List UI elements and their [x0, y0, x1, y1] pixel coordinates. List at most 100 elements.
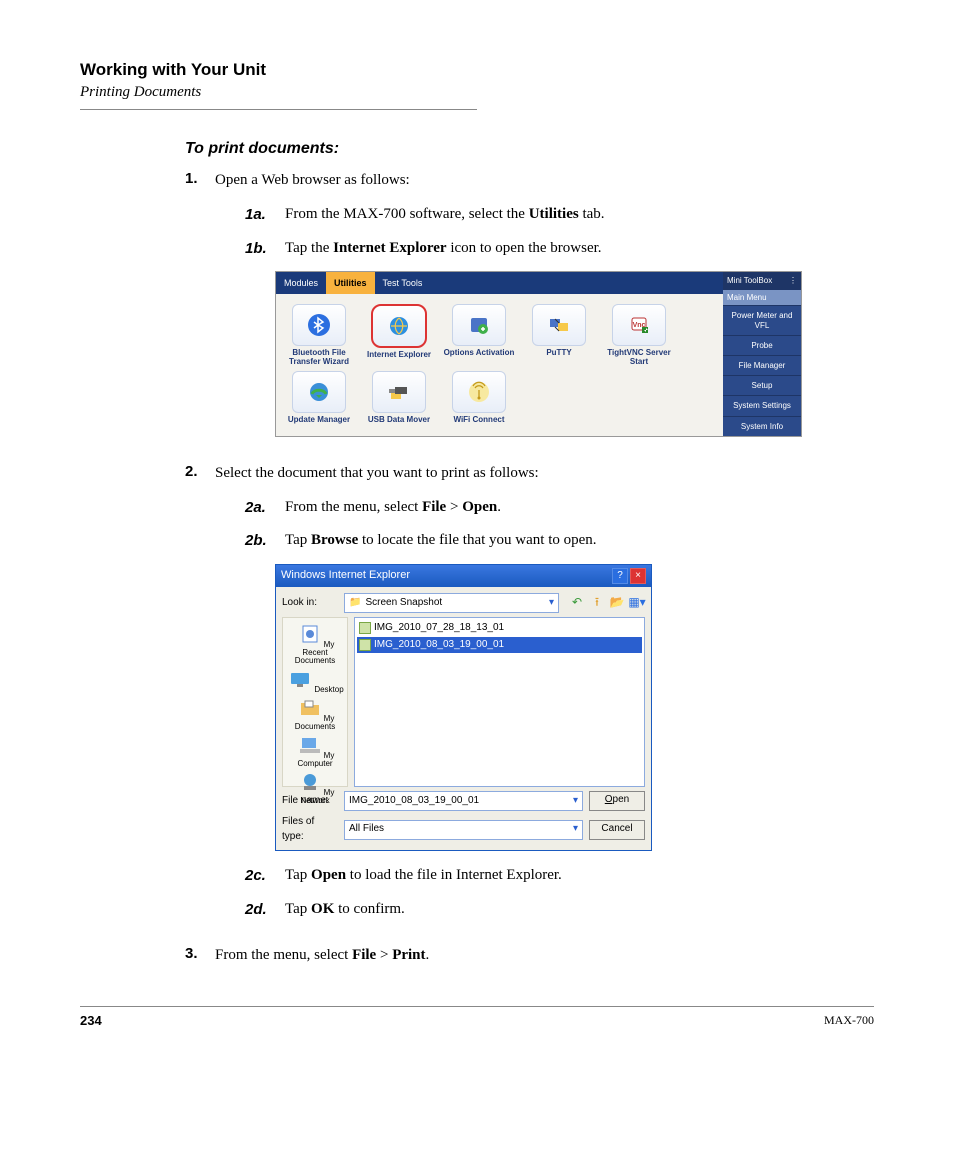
step-number: 1. [185, 170, 215, 451]
app-label: WiFi Connect [442, 416, 516, 425]
bluetooth-icon [292, 304, 346, 346]
app-internet-explorer[interactable]: Internet Explorer [362, 304, 436, 367]
side-mainmenu: Main Menu [723, 290, 801, 306]
text: Tap [285, 901, 311, 917]
file-name: IMG_2010_07_28_18_13_01 [374, 621, 504, 636]
text: to locate the file that you want to open… [358, 532, 596, 548]
place-label: Desktop [314, 685, 343, 694]
place-mydocs[interactable]: My Documents [283, 696, 347, 731]
step-text: Select the document that you want to pri… [215, 465, 539, 481]
step-2: 2. Select the document that you want to … [185, 463, 874, 933]
step-1b: 1b. Tap the Internet Explorer icon to op… [245, 238, 874, 260]
bold-text: Print [392, 947, 425, 963]
text: > [446, 499, 462, 515]
substep-number: 2d. [245, 899, 285, 921]
bold-text: Utilities [529, 206, 579, 222]
step-2a: 2a. From the menu, select File > Open. [245, 497, 874, 519]
bold-text: Browse [311, 532, 358, 548]
text: Tap [285, 532, 311, 548]
model-label: MAX-700 [824, 1013, 874, 1028]
filename-label: File name: [282, 794, 338, 809]
chevron-down-icon: ▾ [573, 822, 578, 837]
newfolder-icon[interactable]: 📂 [609, 595, 625, 611]
app-wifi-connect[interactable]: WiFi Connect [442, 371, 516, 425]
folder-icon: 📁 [349, 596, 361, 611]
tab-bar: Modules Utilities Test Tools [276, 272, 723, 294]
header-rule [80, 109, 477, 110]
text: tab. [579, 206, 605, 222]
step-number: 3. [185, 945, 215, 967]
chapter-title: Working with Your Unit [80, 60, 874, 80]
side-btn-file-manager[interactable]: File Manager [723, 355, 801, 375]
place-desktop[interactable]: Desktop [286, 667, 343, 694]
side-btn-setup[interactable]: Setup [723, 375, 801, 395]
tab-utilities[interactable]: Utilities [326, 272, 375, 294]
bold-text: File [352, 947, 376, 963]
text: Tap [285, 867, 311, 883]
usb-icon [372, 371, 426, 413]
vnc-icon: Vnc [612, 304, 666, 346]
dialog-title: Windows Internet Explorer [281, 568, 410, 584]
open-button[interactable]: Open [589, 791, 645, 811]
side-btn-system-settings[interactable]: System Settings [723, 395, 801, 415]
bold-text: Open [462, 499, 497, 515]
places-bar: My Recent Documents Desktop My Documents… [282, 617, 348, 787]
close-icon[interactable]: × [630, 568, 646, 584]
app-usb-data-mover[interactable]: USB Data Mover [362, 371, 436, 425]
back-icon[interactable]: ↶ [569, 595, 585, 611]
app-bluetooth[interactable]: Bluetooth File Transfer Wizard [282, 304, 356, 367]
side-title: Mini ToolBox [727, 275, 772, 287]
substep-number: 2c. [245, 865, 285, 887]
text: to load the file in Internet Explorer. [346, 867, 562, 883]
lookin-label: Look in: [282, 596, 338, 611]
file-item-selected[interactable]: IMG_2010_08_03_19_00_01 [357, 637, 642, 654]
lookin-value: Screen Snapshot [365, 596, 442, 611]
filetype-dropdown[interactable]: All Files ▾ [344, 820, 583, 840]
app-tightvnc[interactable]: Vnc TightVNC Server Start [602, 304, 676, 367]
lookin-dropdown[interactable]: 📁 Screen Snapshot ▾ [344, 593, 559, 613]
text: . [497, 499, 501, 515]
step-number: 2. [185, 463, 215, 933]
bold-text: File [422, 499, 446, 515]
options-icon [452, 304, 506, 346]
page-number: 234 [80, 1013, 102, 1028]
tab-test-tools[interactable]: Test Tools [375, 272, 431, 294]
step-2c: 2c. Tap Open to load the file in Interne… [245, 865, 874, 887]
app-update-manager[interactable]: Update Manager [282, 371, 356, 425]
file-item[interactable]: IMG_2010_07_28_18_13_01 [357, 620, 642, 637]
place-recent[interactable]: My Recent Documents [283, 622, 347, 665]
side-btn-power-meter[interactable]: Power Meter and VFL [723, 305, 801, 334]
filename-value: IMG_2010_08_03_19_00_01 [349, 794, 479, 809]
app-options-activation[interactable]: Options Activation [442, 304, 516, 367]
file-list[interactable]: IMG_2010_07_28_18_13_01 IMG_2010_08_03_1… [354, 617, 645, 787]
bold-text: Internet Explorer [333, 240, 446, 256]
filetype-label: Files of type: [282, 815, 338, 844]
filename-field[interactable]: IMG_2010_08_03_19_00_01 ▾ [344, 791, 583, 811]
page-footer: 234 MAX-700 [80, 1006, 874, 1028]
side-btn-system-info[interactable]: System Info [723, 416, 801, 436]
filetype-value: All Files [349, 822, 384, 837]
step-3: 3. From the menu, select File > Print. [185, 945, 874, 967]
text: to confirm. [334, 901, 404, 917]
help-icon[interactable]: ? [612, 568, 628, 584]
menu-icon[interactable]: ⋮ [789, 275, 797, 287]
app-label: USB Data Mover [362, 416, 436, 425]
section-subtitle: Printing Documents [80, 84, 874, 101]
tab-modules[interactable]: Modules [276, 272, 326, 294]
side-btn-probe[interactable]: Probe [723, 335, 801, 355]
chevron-down-icon: ▾ [573, 794, 578, 809]
text: From the menu, select [285, 499, 422, 515]
views-icon[interactable]: ▦▾ [629, 595, 645, 611]
step-1: 1. Open a Web browser as follows: 1a. Fr… [185, 170, 874, 451]
cancel-button[interactable]: Cancel [589, 820, 645, 840]
step-2-sublist: 2a. From the menu, select File > Open. 2… [215, 497, 874, 553]
text: > [376, 947, 392, 963]
app-putty[interactable]: PuTTY [522, 304, 596, 367]
open-dialog-screenshot: Windows Internet Explorer ? × Look in: 📁… [275, 564, 652, 851]
app-label: Bluetooth File Transfer Wizard [282, 349, 356, 367]
place-mycomputer[interactable]: My Computer [283, 733, 347, 768]
utilities-screenshot: Modules Utilities Test Tools Bluetooth F… [275, 271, 802, 437]
up-icon[interactable]: ⭱ [589, 595, 605, 611]
chevron-down-icon: ▾ [549, 596, 554, 611]
text: . [426, 947, 430, 963]
